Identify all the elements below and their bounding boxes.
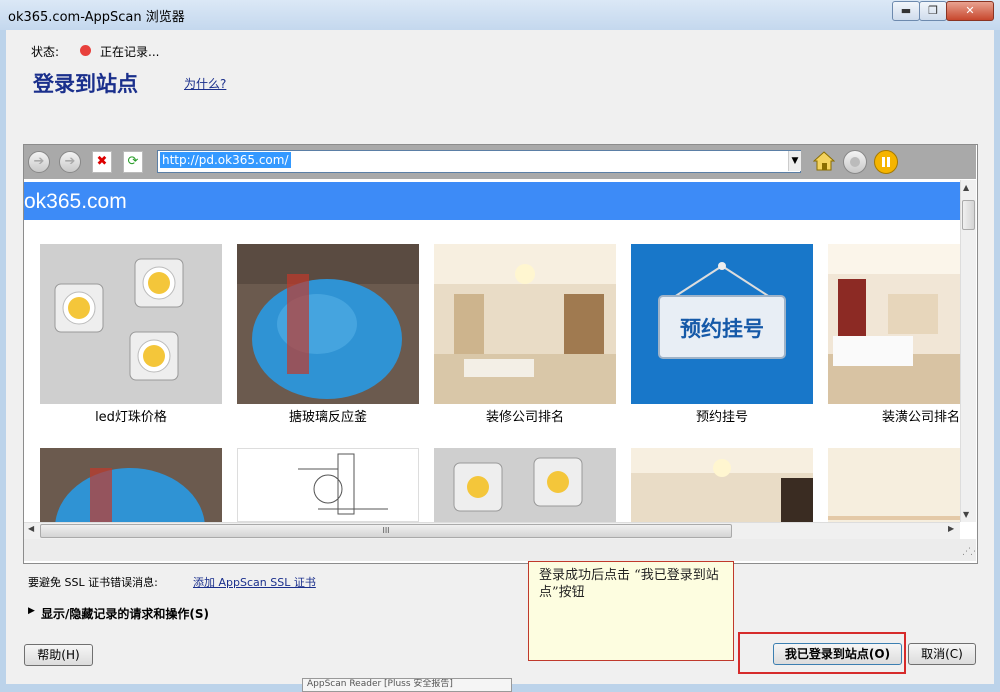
horizontal-scroll-thumb[interactable]: III — [40, 524, 732, 538]
product-image-led[interactable] — [40, 244, 222, 404]
product-caption[interactable]: led灯珠价格 — [40, 406, 222, 425]
page-title: 登录到站点 — [33, 71, 138, 96]
expand-arrow-icon[interactable]: ▶ — [28, 606, 35, 616]
instruction-callout: 登录成功后点击 “我已登录到站点”按钮 — [528, 561, 734, 661]
forward-icon[interactable]: ➔ — [59, 151, 81, 173]
maximize-button[interactable]: ❐ — [919, 1, 947, 21]
product-caption[interactable]: 装修公司排名 — [434, 406, 616, 425]
pause-icon[interactable] — [874, 150, 898, 174]
resize-grip-icon[interactable]: ⋰⋰ — [962, 547, 979, 557]
recording-dot-icon — [80, 45, 91, 56]
product-image-reactor-2[interactable] — [40, 448, 222, 522]
product-caption[interactable]: 装潢公司排名 — [828, 406, 960, 425]
minimize-button[interactable]: ▬ — [892, 1, 920, 21]
product-image-bedroom[interactable] — [828, 244, 960, 404]
appointment-sign-text: 预约挂号 — [680, 317, 764, 341]
home-icon[interactable] — [812, 150, 836, 172]
product-image-reactor[interactable] — [237, 244, 419, 404]
scroll-right-icon[interactable]: ▶ — [948, 524, 954, 533]
site-title[interactable]: ok365.com — [24, 190, 127, 214]
vertical-scrollbar[interactable] — [960, 180, 976, 522]
product-image-hall[interactable] — [631, 448, 813, 522]
scroll-down-icon[interactable]: ▼ — [963, 510, 969, 519]
scroll-up-icon[interactable]: ▲ — [963, 183, 969, 192]
status-label: 状态: — [31, 45, 60, 59]
cancel-button[interactable]: 取消(C) — [908, 643, 976, 665]
why-link[interactable]: 为什么? — [184, 75, 226, 92]
logged-in-button[interactable]: 我已登录到站点(O) — [773, 643, 902, 665]
window-title: ok365.com-AppScan 浏览器 — [8, 10, 185, 25]
back-icon[interactable]: ➔ — [28, 151, 50, 173]
refresh-icon[interactable]: ⟳ — [123, 151, 143, 173]
record-stop-icon[interactable] — [843, 150, 867, 174]
vertical-scroll-thumb[interactable] — [962, 200, 975, 230]
ssl-label: 要避免 SSL 证书错误消息: — [28, 576, 158, 589]
help-button[interactable]: 帮助(H) — [24, 644, 93, 666]
url-dropdown-icon[interactable]: ▼ — [788, 151, 801, 171]
product-image-led-2[interactable] — [434, 448, 616, 522]
status-text: 正在记录... — [100, 45, 160, 59]
url-text[interactable]: http://pd.ok365.com/ — [160, 152, 291, 168]
product-image-partial[interactable] — [828, 448, 960, 522]
product-caption[interactable]: 搪玻璃反应釜 — [237, 406, 419, 425]
toggle-recorded-requests[interactable]: 显示/隐藏记录的请求和操作(S) — [41, 605, 209, 622]
scroll-left-icon[interactable]: ◀ — [28, 524, 34, 533]
taskbar-tab[interactable]: AppScan Reader [Pluss 安全报告] — [302, 678, 512, 692]
add-ssl-cert-link[interactable]: 添加 AppScan SSL 证书 — [193, 574, 316, 590]
product-image-diagram[interactable] — [237, 448, 419, 522]
product-caption[interactable]: 预约挂号 — [631, 406, 813, 425]
close-window-button[interactable]: ✕ — [946, 1, 994, 21]
browser-status-bar — [24, 539, 976, 561]
stop-icon[interactable]: ✖ — [92, 151, 112, 173]
site-banner — [24, 182, 960, 220]
product-image-living-room[interactable] — [434, 244, 616, 404]
